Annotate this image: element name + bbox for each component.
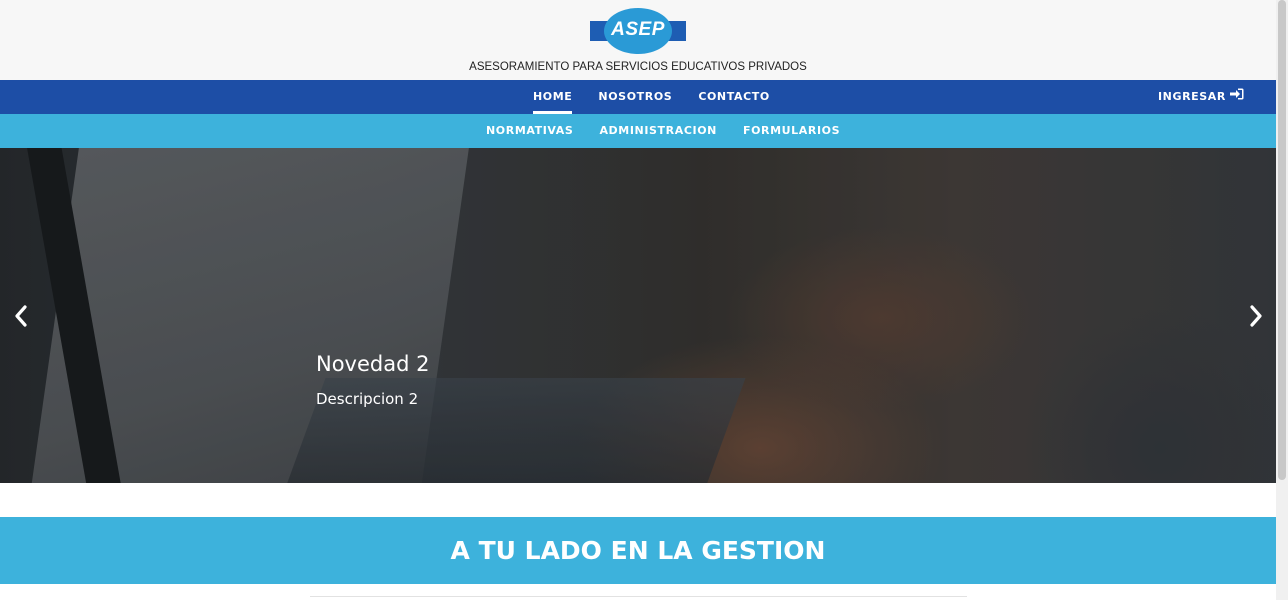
- nav-nosotros[interactable]: NOSOTROS: [585, 80, 685, 114]
- section-banner: A TU LADO EN LA GESTION: [0, 517, 1276, 584]
- chevron-right-icon: [1250, 305, 1262, 327]
- carousel-next-button[interactable]: [1246, 304, 1266, 328]
- slide-title: Novedad 2: [316, 352, 430, 376]
- nav-formularios[interactable]: FORMULARIOS: [730, 114, 853, 148]
- slide-description: Descripcion 2: [316, 390, 419, 408]
- asep-logo[interactable]: ASEP: [590, 8, 686, 54]
- login-button[interactable]: INGRESAR: [1158, 80, 1244, 114]
- sign-in-icon: [1230, 80, 1244, 114]
- content-divider: [310, 596, 967, 600]
- chevron-left-icon: [15, 305, 27, 327]
- slide-overlay: [0, 148, 1276, 483]
- nav-normativas[interactable]: NORMATIVAS: [473, 114, 586, 148]
- login-label: INGRESAR: [1157, 90, 1226, 103]
- nav-contacto[interactable]: CONTACTO: [685, 80, 783, 114]
- page-scrollbar[interactable]: [1276, 0, 1288, 600]
- banner-title: A TU LADO EN LA GESTION: [450, 536, 826, 565]
- nav-administracion[interactable]: ADMINISTRACION: [586, 114, 730, 148]
- slide-caption: Novedad 2 Descripcion 2: [316, 352, 429, 408]
- site-header: ASEP ASESORAMIENTO PARA SERVICIOS EDUCAT…: [0, 0, 1276, 80]
- nav-home[interactable]: HOME: [520, 80, 585, 114]
- scrollbar-thumb[interactable]: [1278, 0, 1286, 480]
- site-tagline: ASESORAMIENTO PARA SERVICIOS EDUCATIVOS …: [469, 61, 807, 73]
- primary-nav: HOME NOSOTROS CONTACTO INGRESAR: [0, 80, 1276, 114]
- hero-carousel: Novedad 2 Descripcion 2: [0, 148, 1276, 483]
- logo-text: ASEP: [611, 19, 665, 40]
- secondary-nav: NORMATIVAS ADMINISTRACION FORMULARIOS: [0, 114, 1276, 148]
- carousel-prev-button[interactable]: [11, 304, 31, 328]
